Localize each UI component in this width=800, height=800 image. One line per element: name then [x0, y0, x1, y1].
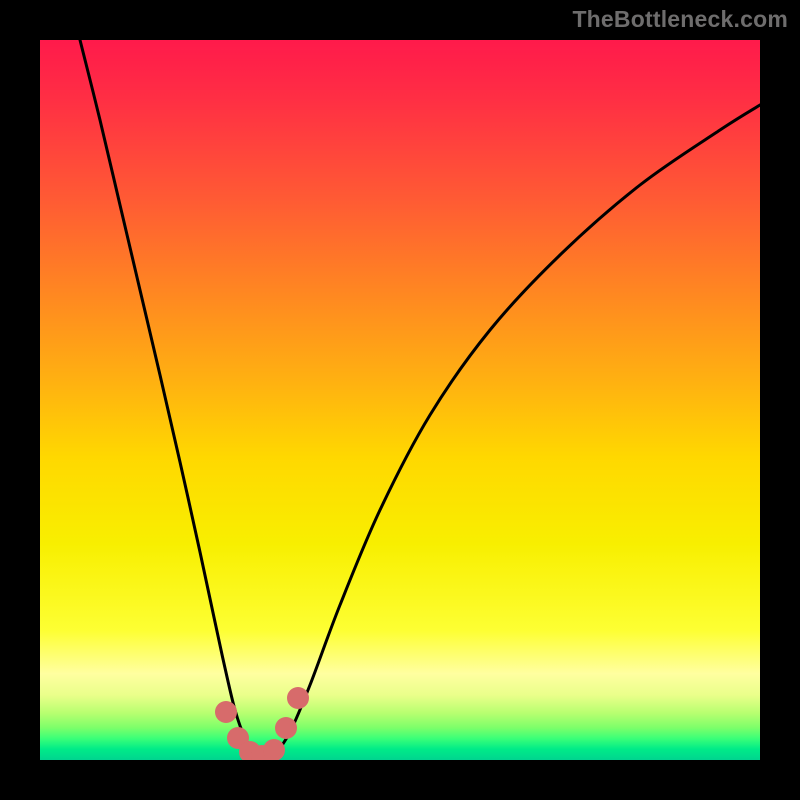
watermark-text: TheBottleneck.com: [572, 6, 788, 33]
curve-marker: [215, 701, 237, 723]
chart-frame: TheBottleneck.com: [0, 0, 800, 800]
curve-marker: [263, 739, 285, 760]
plot-area: [40, 40, 760, 760]
bottleneck-curve: [80, 40, 760, 760]
curve-markers: [215, 687, 309, 760]
curve-marker: [287, 687, 309, 709]
curve-layer: [40, 40, 760, 760]
curve-marker: [275, 717, 297, 739]
